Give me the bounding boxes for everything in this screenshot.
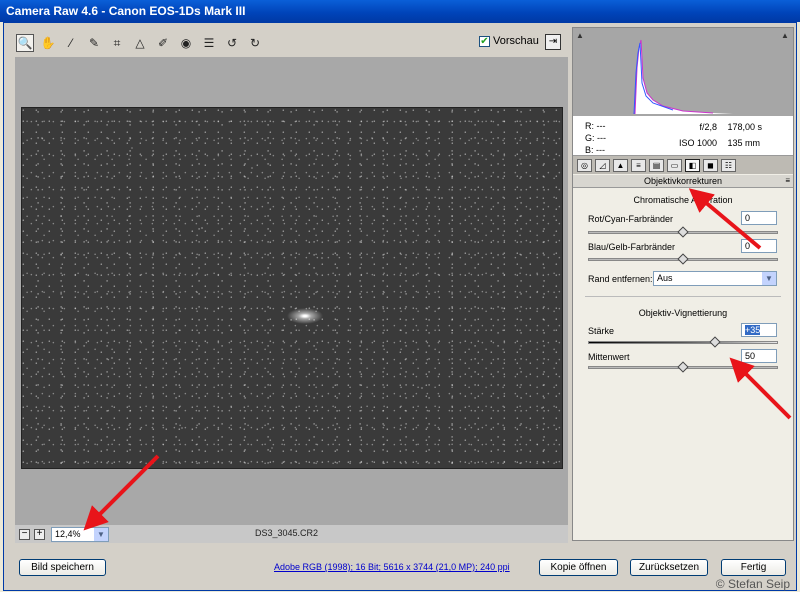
zoom-tool-icon[interactable]: 🔍 [16, 34, 34, 52]
rotate-right-icon[interactable]: ↻ [246, 34, 264, 52]
iso-value: ISO 1000 [678, 138, 717, 148]
preview-checkbox[interactable]: ✔ [479, 35, 490, 47]
image-canvas[interactable] [15, 57, 568, 543]
defringe-select[interactable]: Aus ▼ [653, 271, 777, 286]
g-label: G: [585, 133, 595, 143]
r-label: R: [585, 121, 594, 131]
copyright-notice: © Stefan Seip [715, 577, 790, 591]
b-value: --- [596, 145, 606, 155]
hand-tool-icon[interactable]: ✋ [39, 34, 57, 52]
defringe-label: Rand entfernen: [588, 274, 653, 284]
tab-tone-curve-icon[interactable]: ◿ [595, 158, 610, 172]
rgb-readout: R: --- G: --- B: --- [585, 120, 606, 156]
preview-label: Vorschau [493, 35, 539, 47]
preferences-icon[interactable]: ☰ [200, 34, 218, 52]
focal-length-value: 135 mm [727, 138, 761, 148]
tab-split-toning-icon[interactable]: ▤ [649, 158, 664, 172]
g-value: --- [597, 133, 607, 143]
zoom-in-button[interactable]: + [34, 528, 45, 540]
midpoint-slider[interactable] [588, 361, 778, 373]
tab-camera-icon[interactable]: ◼ [703, 158, 718, 172]
title-bar: Camera Raw 4.6 - Canon EOS-1Ds Mark III [0, 0, 800, 22]
tab-hsl-icon[interactable]: ≡ [631, 158, 646, 172]
bottom-bar: Bild speichern Adobe RGB (1998); 16 Bit;… [4, 548, 798, 592]
blue-yellow-slider[interactable] [588, 253, 778, 265]
section-header: Objektivkorrekturen ≡ [573, 175, 793, 188]
blue-yellow-input[interactable]: 0 [741, 239, 777, 253]
white-balance-tool-icon[interactable]: ⁄ [62, 34, 80, 52]
red-eye-tool-icon[interactable]: ◉ [177, 34, 195, 52]
tab-detail-icon[interactable]: ▲ [613, 158, 628, 172]
red-cyan-slider-thumb[interactable] [677, 226, 689, 238]
tab-presets-icon[interactable]: ☷ [721, 158, 736, 172]
tab-lens-corrections-icon[interactable]: ▭ [667, 158, 682, 172]
camera-raw-window: 🔍 ✋ ⁄ ✎ ⌗ △ ✐ ◉ ☰ ↺ ↻ ✔ Vorschau ⇥ − + 1… [3, 22, 797, 591]
b-label: B: [585, 145, 594, 155]
red-cyan-slider[interactable] [588, 226, 778, 238]
rotate-left-icon[interactable]: ↺ [223, 34, 241, 52]
crop-tool-icon[interactable]: ⌗ [108, 34, 126, 52]
amount-label: Stärke [588, 326, 615, 336]
preview-toggle[interactable]: ✔ Vorschau [479, 35, 539, 47]
image-preview[interactable] [21, 107, 563, 469]
midpoint-input[interactable]: 50 [741, 349, 777, 363]
panel-menu-icon[interactable]: ≡ [785, 175, 790, 187]
exif-iso-focal: ISO 1000 135 mm [657, 138, 760, 148]
chromatic-aberration-title: Chromatische Aberration [633, 195, 733, 205]
red-cyan-input[interactable]: 0 [741, 211, 777, 225]
blue-yellow-label: Blau/Gelb-Farbränder [588, 242, 676, 252]
section-divider [585, 296, 781, 297]
midpoint-label: Mittenwert [588, 352, 630, 362]
info-readout: R: --- G: --- B: --- f/2,8 178,00 s ISO … [573, 116, 793, 156]
zoom-out-button[interactable]: − [19, 528, 30, 540]
amount-slider[interactable] [588, 336, 778, 348]
zoom-level-select[interactable]: 12,4% ▼ [51, 526, 109, 542]
zoom-level-value: 12,4% [55, 529, 81, 539]
red-cyan-label: Rot/Cyan-Farbränder [588, 214, 674, 224]
filename-label: DS3_3045.CR2 [255, 528, 319, 538]
chevron-down-icon[interactable]: ▼ [94, 527, 108, 541]
open-copy-button[interactable]: Kopie öffnen [539, 559, 618, 576]
exif-exposure: f/2,8 178,00 s [657, 122, 762, 132]
r-value: --- [596, 121, 606, 131]
straighten-tool-icon[interactable]: △ [131, 34, 149, 52]
amount-slider-thumb[interactable] [709, 336, 721, 348]
tab-basic-icon[interactable]: ◎ [577, 158, 592, 172]
histogram-graph [633, 39, 733, 115]
adjustments-panel: ▲ ▲ R: --- G: --- B: --- f/2,8 178,00 s … [572, 27, 794, 541]
window-title: Camera Raw 4.6 - Canon EOS-1Ds Mark III [6, 4, 246, 18]
done-button[interactable]: Fertig [721, 559, 786, 576]
shutter-value: 178,00 s [727, 122, 763, 132]
histogram: ▲ ▲ [573, 28, 793, 116]
fullscreen-toggle-icon[interactable]: ⇥ [545, 34, 561, 50]
tab-camera-calibration-icon[interactable]: ◧ [685, 158, 700, 172]
vignetting-title: Objektiv-Vignettierung [638, 308, 728, 318]
amount-value: +35 [745, 325, 761, 335]
amount-input[interactable]: +35 [741, 323, 777, 337]
save-image-button[interactable]: Bild speichern [19, 559, 106, 576]
defringe-value: Aus [657, 273, 673, 283]
aperture-value: f/2,8 [699, 122, 717, 132]
midpoint-slider-thumb[interactable] [677, 361, 689, 373]
workflow-options-link[interactable]: Adobe RGB (1998); 16 Bit; 5616 x 3744 (2… [274, 562, 510, 572]
panel-tabs: ◎ ◿ ▲ ≡ ▤ ▭ ◧ ◼ ☷ [573, 156, 793, 174]
reset-button[interactable]: Zurücksetzen [630, 559, 708, 576]
zoom-status-bar: − + 12,4% ▼ DS3_3045.CR2 [15, 525, 568, 543]
chevron-down-icon[interactable]: ▼ [762, 272, 776, 285]
section-title: Objektivkorrekturen [643, 176, 723, 186]
retouch-tool-icon[interactable]: ✐ [154, 34, 172, 52]
blue-yellow-slider-thumb[interactable] [677, 253, 689, 265]
color-sampler-tool-icon[interactable]: ✎ [85, 34, 103, 52]
